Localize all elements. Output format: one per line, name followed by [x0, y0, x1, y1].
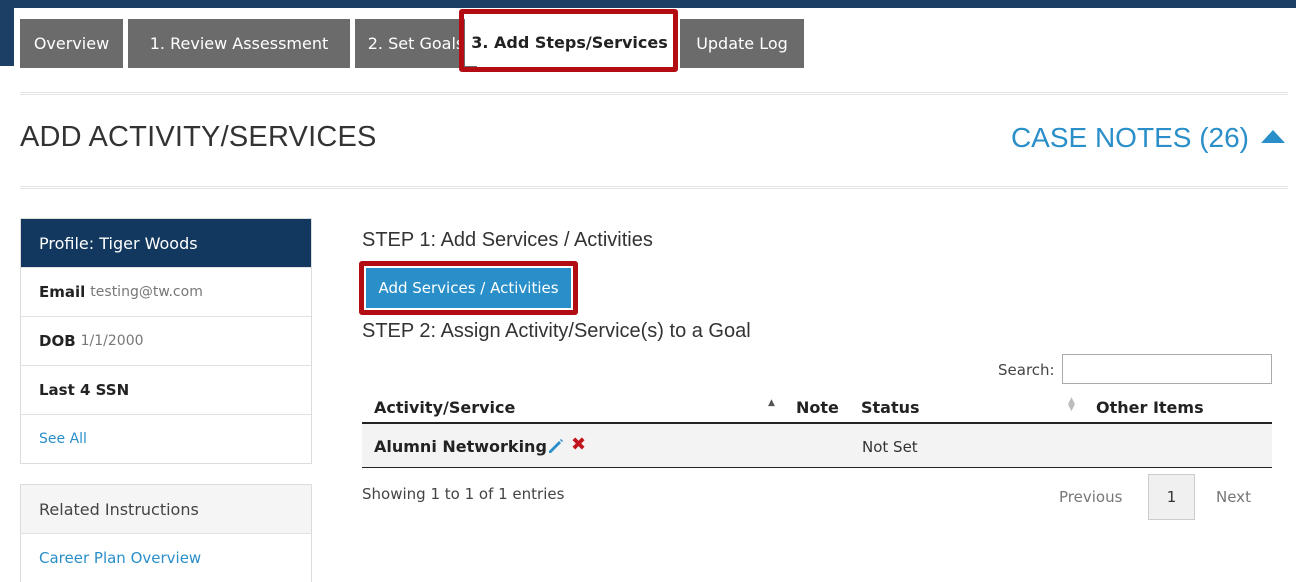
step2-heading: STEP 2: Assign Activity/Service(s) to a … — [362, 320, 751, 342]
column-header-note[interactable]: Note — [796, 398, 839, 417]
email-label: Email — [39, 283, 86, 301]
top-brand-bar — [0, 0, 1296, 8]
case-notes-toggle[interactable]: CASE NOTES (26) — [1011, 122, 1285, 154]
add-services-button[interactable]: Add Services / Activities — [366, 268, 571, 308]
dob-value: 1/1/2000 — [80, 333, 144, 349]
page-1-button[interactable]: 1 — [1148, 474, 1195, 520]
sort-both-icon: ▲ ▼ — [1068, 396, 1075, 413]
previous-page-button[interactable]: Previous — [1059, 488, 1122, 506]
see-all-link[interactable]: See All — [39, 431, 87, 447]
tab-overview[interactable]: Overview — [20, 19, 123, 68]
email-value: testing@tw.com — [90, 284, 203, 300]
profile-ssn: Last 4 SSN — [21, 365, 311, 414]
profile-dob: DOB 1/1/2000 — [21, 316, 311, 365]
next-page-button[interactable]: Next — [1216, 488, 1251, 506]
activity-status: Not Set — [862, 438, 918, 456]
related-instructions-header: Related Instructions — [21, 485, 311, 534]
pencil-icon[interactable] — [546, 436, 566, 456]
table-info: Showing 1 to 1 of 1 entries — [362, 485, 565, 503]
tab-update-log[interactable]: Update Log — [680, 19, 804, 68]
column-header-status[interactable]: Status — [861, 398, 920, 417]
search-label: Search: — [998, 361, 1055, 379]
case-notes-label: CASE NOTES (26) — [1010, 122, 1249, 153]
caret-up-icon — [1261, 129, 1285, 143]
table-row-divider — [362, 467, 1272, 468]
dob-label: DOB — [39, 332, 76, 350]
delete-x-icon[interactable]: ✖ — [571, 434, 586, 455]
left-brand-bar — [0, 0, 14, 66]
step1-heading: STEP 1: Add Services / Activities — [362, 229, 653, 251]
page-title: ADD ACTIVITY/SERVICES — [20, 121, 377, 153]
column-header-other-items[interactable]: Other Items — [1096, 398, 1204, 417]
ssn-label: Last 4 SSN — [39, 381, 130, 399]
tab-set-goals[interactable]: 2. Set Goals — [355, 19, 477, 68]
profile-see-all: See All — [21, 414, 311, 463]
search-input[interactable] — [1062, 354, 1272, 384]
profile-header: Profile: Tiger Woods — [21, 219, 311, 267]
divider — [20, 92, 1288, 95]
activity-name: Alumni Networking — [374, 437, 547, 456]
career-plan-overview-link[interactable]: Career Plan Overview — [21, 534, 311, 582]
sort-asc-icon: ▲ — [768, 398, 775, 408]
profile-email: Email testing@tw.com — [21, 267, 311, 316]
divider — [20, 186, 1288, 189]
tab-add-steps-services[interactable]: 3. Add Steps/Services — [465, 18, 674, 66]
tab-review-assessment[interactable]: 1. Review Assessment — [128, 19, 350, 68]
profile-panel: Profile: Tiger Woods Email testing@tw.co… — [20, 218, 312, 464]
related-instructions-panel: Related Instructions Career Plan Overvie… — [20, 484, 312, 582]
column-header-activity[interactable]: Activity/Service — [374, 398, 515, 417]
